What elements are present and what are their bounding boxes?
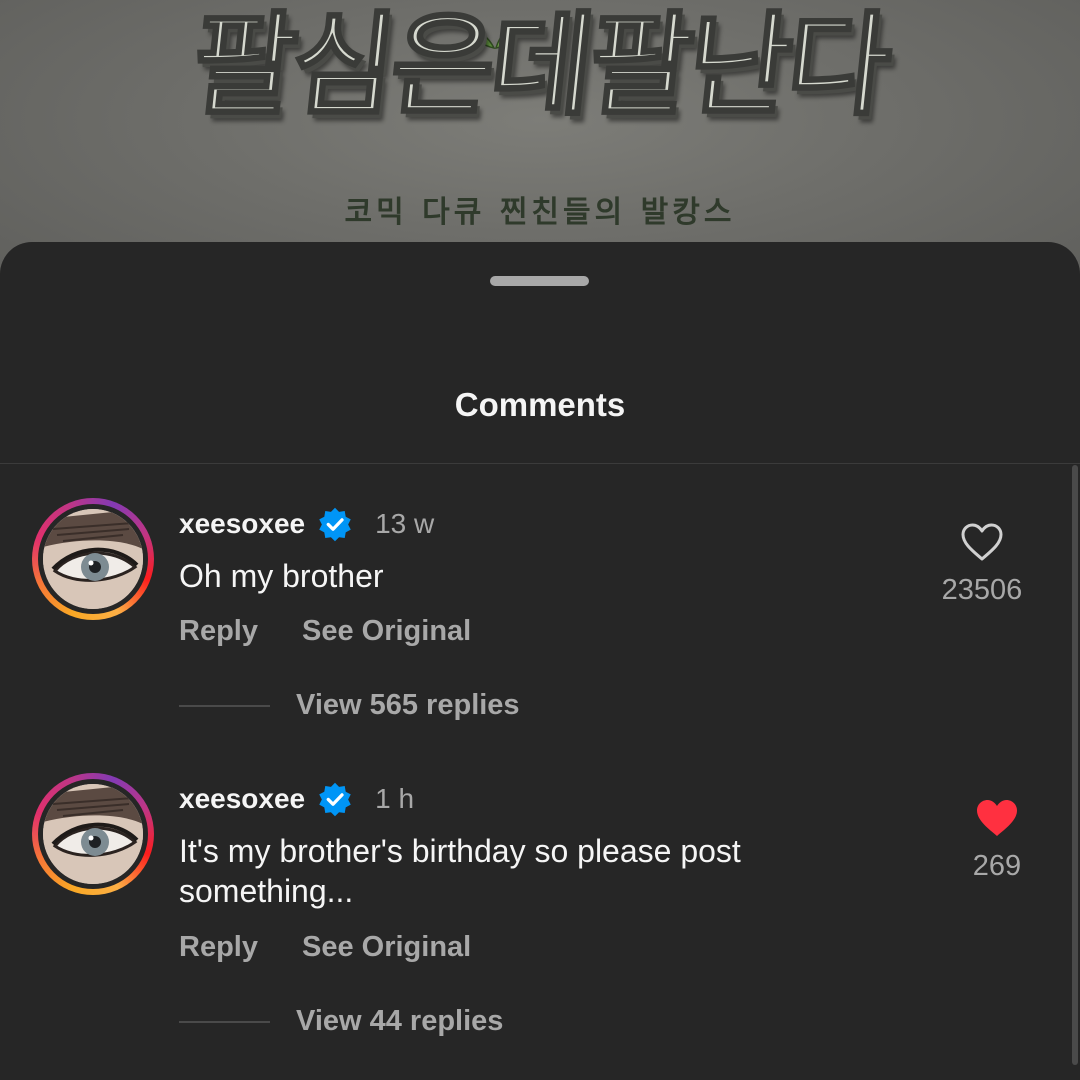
avatar[interactable] [32,773,154,895]
reply-button[interactable]: Reply [179,615,258,648]
reply-button[interactable]: Reply [179,931,258,964]
comment-actions: Reply See Original [179,615,471,648]
poster-title: 팔심은데팔난다 [185,0,895,133]
comment-header: xeesoxee 1 h [179,781,414,817]
sheet-title: Comments [454,386,626,423]
divider [0,463,1080,464]
view-replies-button[interactable]: View 565 replies [179,689,520,722]
like-count: 269 [972,850,1022,882]
see-original-button[interactable]: See Original [302,931,471,964]
comment-text: It's my brother's birthday so please pos… [179,833,741,909]
like-control[interactable]: 269 [937,798,1057,883]
verified-badge-icon [319,507,351,542]
comment-time: 13 w [375,508,435,539]
avatar-image [43,784,143,884]
username[interactable]: xeesoxee [179,510,305,538]
verified-badge-icon [319,782,351,817]
like-count: 23506 [941,574,1023,606]
drag-handle[interactable] [490,276,589,286]
comment-header: xeesoxee 13 w [179,506,434,542]
comment-text: Oh my brother [179,558,384,594]
avatar[interactable] [32,498,154,620]
replies-line [179,704,270,707]
heart-filled-icon[interactable] [975,798,1019,838]
poster-subtitle: 코믹 다큐 찐친들의 발캉스 [344,195,736,230]
avatar-image [43,509,143,609]
scrollbar[interactable] [1072,465,1078,1065]
view-replies-button[interactable]: View 44 replies [179,1005,503,1038]
view-replies-label: View 565 replies [296,689,520,721]
comment-time: 1 h [375,783,415,814]
see-original-button[interactable]: See Original [302,615,471,648]
username[interactable]: xeesoxee [179,785,305,813]
like-control[interactable]: 23506 [922,522,1042,607]
comment-actions: Reply See Original [179,931,471,964]
heart-outline-icon[interactable] [960,522,1004,562]
comments-sheet: Comments [0,242,1080,1080]
replies-line [179,1020,270,1023]
view-replies-label: View 44 replies [296,1005,504,1037]
